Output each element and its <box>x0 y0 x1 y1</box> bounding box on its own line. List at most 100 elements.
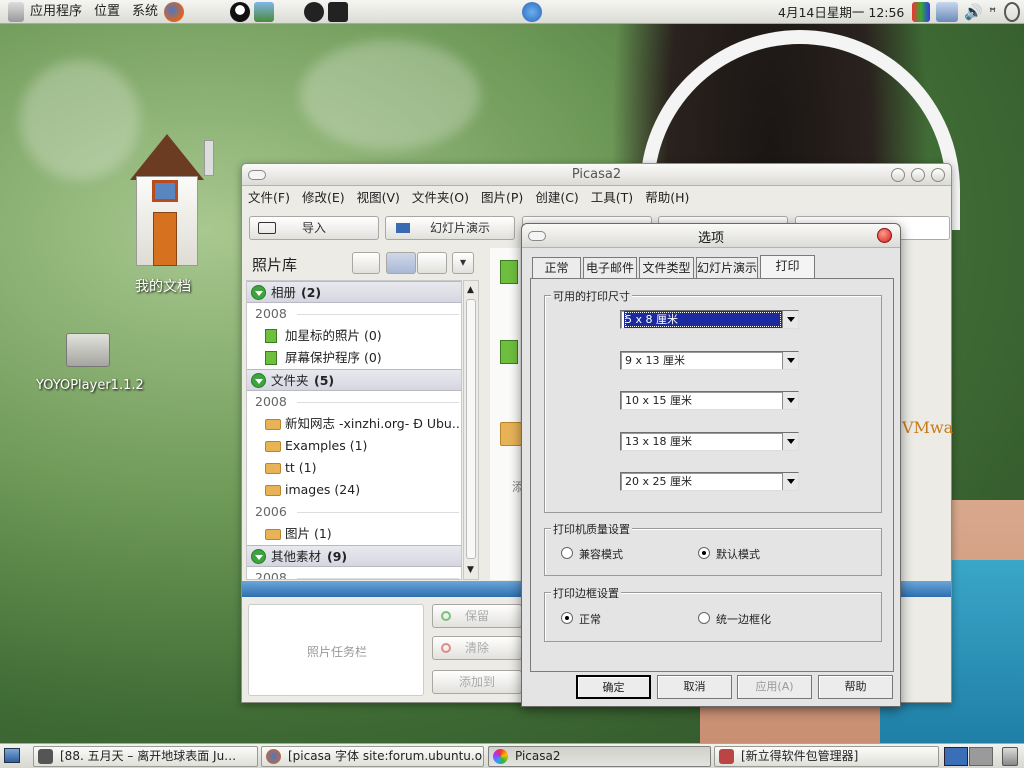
network-globe-icon[interactable] <box>522 1 543 22</box>
minimize-button[interactable] <box>891 168 905 182</box>
menu-places[interactable]: 位置 <box>88 0 126 24</box>
input-method-icon[interactable]: ꟸ <box>989 5 996 19</box>
slideshow-button[interactable]: 幻灯片演示 <box>385 216 515 240</box>
border-normal-radio[interactable] <box>561 612 573 624</box>
network-status-icon[interactable] <box>936 1 959 22</box>
chevron-down-icon[interactable] <box>782 473 798 490</box>
menu-file[interactable]: 文件(F) <box>248 187 290 209</box>
tree-section-header[interactable]: 其他素材 (9) <box>247 545 461 567</box>
logout-icon[interactable] <box>1004 1 1020 22</box>
help-button[interactable]: 帮助 <box>818 675 893 699</box>
taskbar-item-firefox[interactable]: [picasa 字体 site:forum.ubuntu.o… <box>261 746 484 767</box>
hold-button[interactable]: 保留 <box>432 604 522 628</box>
chevron-down-icon[interactable] <box>782 311 798 328</box>
clear-button[interactable]: 清除 <box>432 636 522 660</box>
sidebar-dropdown-button[interactable]: ▾ <box>452 252 474 274</box>
dialog-titlebar[interactable]: 选项 <box>522 224 900 248</box>
default-mode-label: 默认模式 <box>716 548 760 561</box>
add-to-button[interactable]: 添加到 <box>432 670 522 694</box>
size-select-5[interactable]: 20 x 25 厘米 <box>620 472 799 491</box>
tree-section-header[interactable]: 相册 (2) <box>247 281 461 303</box>
ok-button[interactable]: 确定 <box>576 675 651 699</box>
expand-arrow-icon[interactable] <box>251 373 266 388</box>
tree-folder-item[interactable]: 新知网志 -xinzhi.org- Ð Ubu... <box>247 413 461 435</box>
tab-general[interactable]: 正常 <box>532 257 581 278</box>
taskbar-item-player[interactable]: [88. 五月天 – 离开地球表面 Ju… <box>33 746 258 767</box>
menu-picture[interactable]: 图片(P) <box>481 187 523 209</box>
firefox-icon[interactable] <box>164 1 185 22</box>
import-label: 导入 <box>301 221 326 235</box>
new-album-button[interactable] <box>352 252 380 274</box>
menu-create[interactable]: 创建(C) <box>535 187 578 209</box>
tree-section-count: (2) <box>301 285 322 300</box>
tree-scrollbar[interactable]: ▲ ▼ <box>463 280 479 580</box>
clock[interactable]: 4月14日星期一 12:56 <box>778 2 912 21</box>
scroll-down-arrow[interactable]: ▼ <box>467 565 474 575</box>
terminal-icon[interactable] <box>328 1 349 22</box>
trash-icon[interactable] <box>1002 747 1018 766</box>
picasa-titlebar[interactable]: Picasa2 <box>242 164 951 186</box>
gnome-foot-icon[interactable] <box>8 1 24 22</box>
menu-folder[interactable]: 文件夹(O) <box>412 187 469 209</box>
workspace-2[interactable] <box>969 747 993 766</box>
printer-quality-label: 打印机质量设置 <box>551 521 632 537</box>
tab-email[interactable]: 电子邮件 <box>583 257 637 278</box>
folder-icon[interactable] <box>66 333 110 367</box>
chevron-down-icon[interactable] <box>782 392 798 409</box>
firefox-icon <box>266 749 281 764</box>
expand-arrow-icon[interactable] <box>251 285 266 300</box>
workspace-1[interactable] <box>944 747 968 766</box>
show-desktop-icon[interactable] <box>4 748 20 763</box>
tree-folder-item[interactable]: tt (1) <box>247 457 461 479</box>
taskbar-label: Picasa2 <box>515 749 561 763</box>
taskbar-item-picasa[interactable]: Picasa2 <box>488 746 711 767</box>
close-button[interactable] <box>931 168 945 182</box>
menu-edit[interactable]: 修改(E) <box>302 187 345 209</box>
size-select-4[interactable]: 13 x 18 厘米 <box>620 432 799 451</box>
menu-system[interactable]: 系统 <box>126 0 164 24</box>
border-uniform-label: 统一边框化 <box>716 613 771 626</box>
tree-folder-item[interactable]: images (24) <box>247 479 461 501</box>
menu-view[interactable]: 视图(V) <box>357 187 400 209</box>
view-tree-button[interactable] <box>417 252 447 274</box>
tray-app-icon[interactable] <box>912 1 931 22</box>
border-uniform-radio[interactable] <box>698 612 710 624</box>
dialog-close-icon[interactable] <box>877 228 892 243</box>
menu-applications[interactable]: 应用程序 <box>24 0 88 24</box>
default-mode-radio[interactable] <box>698 547 710 559</box>
tree-section-header[interactable]: 文件夹 (5) <box>247 369 461 391</box>
apply-button[interactable]: 应用(A) <box>737 675 812 699</box>
tab-bar: 正常 电子邮件 文件类型 幻灯片演示 打印 <box>532 255 892 279</box>
import-button[interactable]: 导入 <box>249 216 379 240</box>
launcher-a-icon[interactable] <box>304 1 325 22</box>
view-list-button[interactable] <box>386 252 416 274</box>
maximize-button[interactable] <box>911 168 925 182</box>
qq-penguin-icon[interactable] <box>230 1 251 22</box>
size-select-1[interactable]: 5 x 8 厘米 <box>620 310 799 329</box>
tab-file-types[interactable]: 文件类型 <box>639 257 694 278</box>
home-icon[interactable] <box>100 134 234 268</box>
taskbar-item-synaptic[interactable]: [新立得软件包管理器] <box>714 746 939 767</box>
scroll-up-arrow[interactable]: ▲ <box>467 285 474 295</box>
volume-icon[interactable]: 🔊 <box>964 3 983 21</box>
tree-section-count: (9) <box>327 549 348 564</box>
tab-slideshow[interactable]: 幻灯片演示 <box>696 257 758 278</box>
size-select-2[interactable]: 9 x 13 厘米 <box>620 351 799 370</box>
chevron-down-icon[interactable] <box>782 433 798 450</box>
folder-icon <box>265 419 281 430</box>
cancel-button[interactable]: 取消 <box>657 675 732 699</box>
expand-arrow-icon[interactable] <box>251 549 266 564</box>
tree-folder-item[interactable]: Examples (1) <box>247 435 461 457</box>
image-viewer-icon[interactable] <box>254 1 275 22</box>
hold-label: 保留 <box>464 609 489 623</box>
tree-album-item[interactable]: 屏幕保护程序 (0) <box>247 347 461 369</box>
tree-folder-item[interactable]: 图片 (1) <box>247 523 461 545</box>
menu-help[interactable]: 帮助(H) <box>645 187 689 209</box>
size-select-3[interactable]: 10 x 15 厘米 <box>620 391 799 410</box>
tab-print[interactable]: 打印 <box>760 255 815 278</box>
menu-tools[interactable]: 工具(T) <box>591 187 633 209</box>
compat-mode-radio[interactable] <box>561 547 573 559</box>
scroll-thumb[interactable] <box>466 299 476 559</box>
tree-album-item[interactable]: 加星标的照片 (0) <box>247 325 461 347</box>
chevron-down-icon[interactable] <box>782 352 798 369</box>
